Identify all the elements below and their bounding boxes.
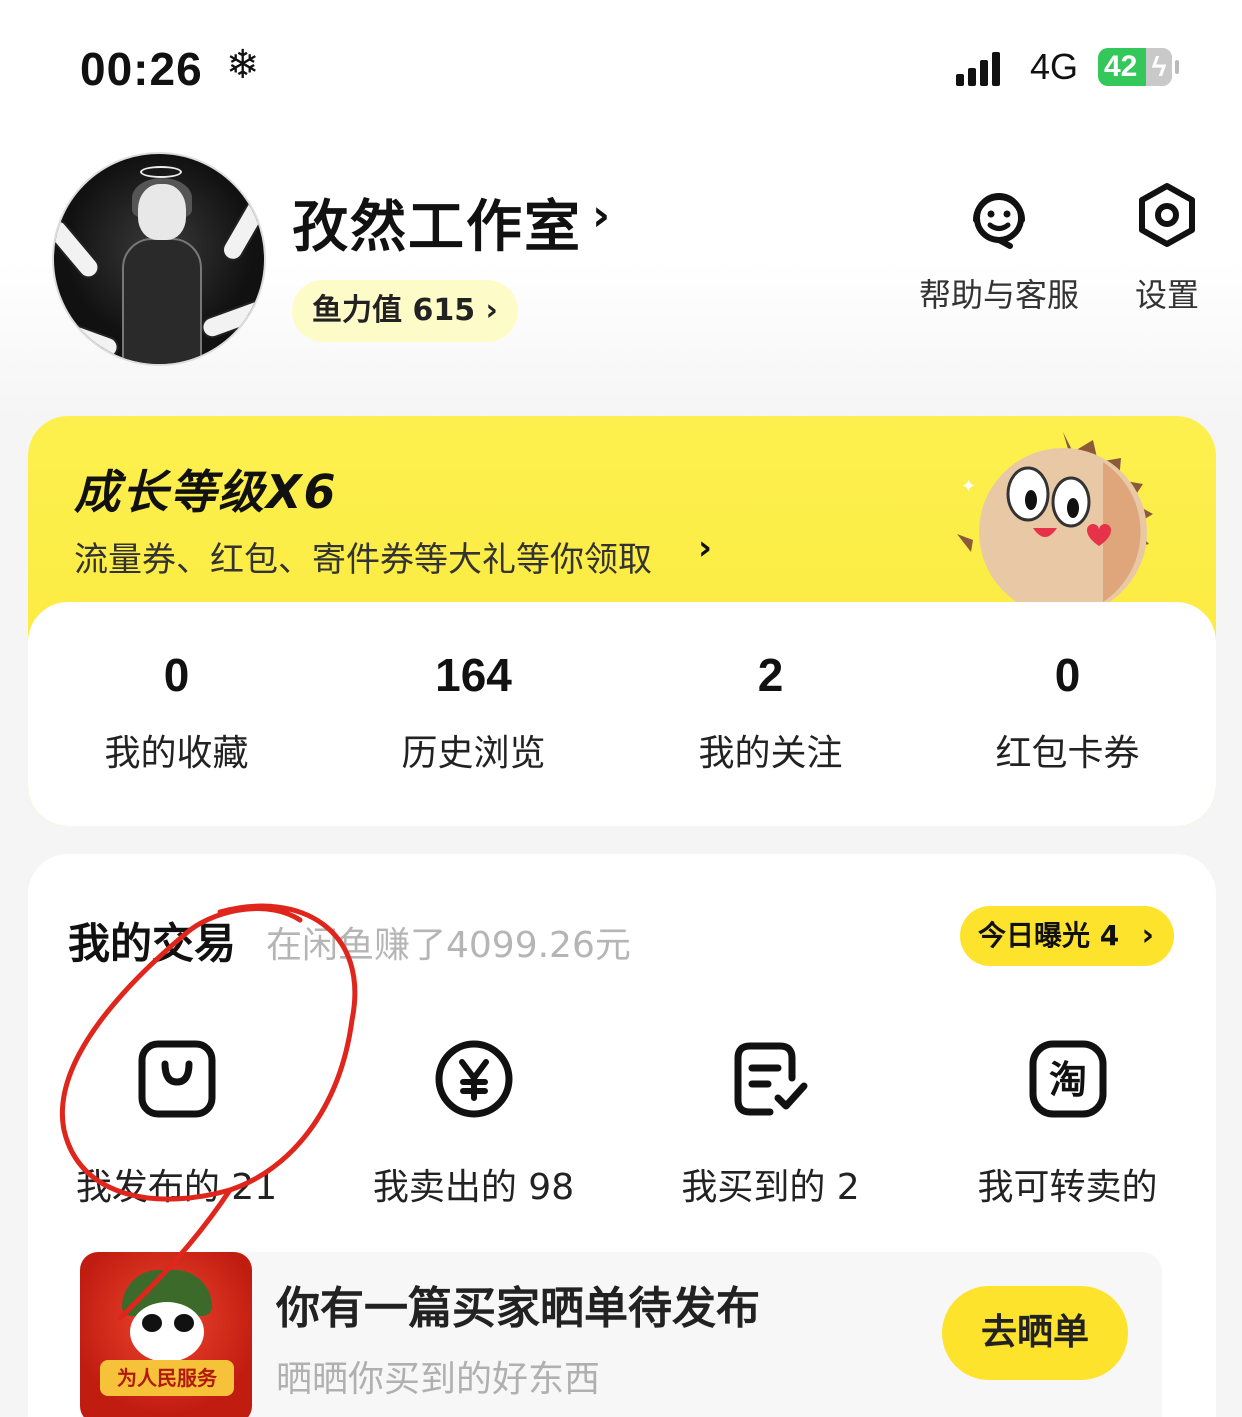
battery-level: 42	[1104, 50, 1138, 83]
my-published-button[interactable]: 我发布的 21	[28, 1038, 325, 1210]
review-prompt-subtitle: 晒晒你买到的好东西	[276, 1359, 601, 1400]
chevron-right-icon: ›	[475, 293, 498, 328]
fish-power-label: 鱼力值 615	[312, 293, 476, 328]
today-exposure-button[interactable]: 今日曝光 4 ›	[960, 906, 1174, 966]
bag-icon	[136, 1038, 218, 1120]
growth-level-title: 成长等级X6	[74, 465, 338, 519]
customer-service-icon	[964, 180, 1034, 250]
growth-level-card[interactable]: 成长等级X6 流量券、红包、寄件券等大礼等你领取 › ✦ 0 我的收藏 164 …	[28, 416, 1216, 826]
resellable-button[interactable]: 淘 我可转卖的	[919, 1038, 1216, 1210]
stat-label: 我的关注	[698, 733, 843, 774]
snowflake-icon: ❄	[226, 42, 260, 88]
taobao-icon: 淘	[1027, 1038, 1109, 1120]
charging-icon: ϟ	[1146, 48, 1172, 86]
review-prompt-title: 你有一篇买家晒单待发布	[276, 1283, 760, 1334]
earnings-text: 在闲鱼赚了4099.26元	[266, 925, 631, 966]
settings-hexagon-icon	[1132, 180, 1202, 250]
my-trades-card: 我的交易 在闲鱼赚了4099.26元 今日曝光 4 › 我发布的 21 我卖出的…	[28, 854, 1216, 1417]
svg-text:淘: 淘	[1048, 1058, 1086, 1102]
stat-label: 历史浏览	[401, 733, 546, 774]
my-bought-label: 我买到的 2	[681, 1167, 860, 1208]
chevron-right-icon: ›	[1141, 918, 1154, 953]
chevron-right-icon[interactable]: ›	[592, 190, 610, 241]
my-published-label: 我发布的 21	[75, 1167, 278, 1208]
panda-badge-image: 为人民服务	[80, 1252, 252, 1417]
stat-label: 红包卡券	[995, 733, 1140, 774]
settings-label: 设置	[1134, 276, 1199, 314]
fish-mascot-icon: ✦	[953, 422, 1173, 616]
order-check-icon	[730, 1038, 812, 1120]
today-exposure-label: 今日曝光 4	[978, 919, 1120, 952]
my-sold-label: 我卖出的 98	[372, 1167, 575, 1208]
growth-level-subtitle: 流量券、红包、寄件券等大礼等你领取	[74, 540, 652, 580]
yuan-circle-icon	[433, 1038, 515, 1120]
settings-button[interactable]: 设置	[1122, 180, 1212, 316]
stat-label: 我的收藏	[104, 733, 249, 774]
review-prompt-banner[interactable]: 为人民服务 你有一篇买家晒单待发布 晒晒你买到的好东西 去晒单	[80, 1252, 1162, 1417]
post-review-button[interactable]: 去晒单	[942, 1286, 1128, 1380]
help-service-label: 帮助与客服	[918, 276, 1079, 314]
network-type: 4G	[1030, 46, 1079, 87]
stat-favorites[interactable]: 0 我的收藏	[28, 648, 325, 776]
avatar[interactable]	[52, 152, 266, 366]
my-sold-button[interactable]: 我卖出的 98	[325, 1038, 622, 1210]
stat-following[interactable]: 2 我的关注	[622, 648, 919, 776]
resellable-label: 我可转卖的	[977, 1167, 1158, 1208]
my-bought-button[interactable]: 我买到的 2	[622, 1038, 919, 1210]
stat-value: 2	[757, 649, 784, 701]
stat-history[interactable]: 164 历史浏览	[325, 648, 622, 776]
status-time: 00:26	[80, 43, 203, 95]
stat-value: 0	[1054, 649, 1081, 701]
badge-ribbon: 为人民服务	[100, 1360, 234, 1396]
stat-value: 164	[435, 649, 512, 701]
signal-icon	[956, 52, 1000, 86]
stats-row: 0 我的收藏 164 历史浏览 2 我的关注 0 红包卡券	[28, 602, 1216, 826]
profile-name[interactable]: 孜然工作室	[292, 182, 582, 263]
help-service-button[interactable]: 帮助与客服	[916, 180, 1082, 316]
stat-coupons[interactable]: 0 红包卡券	[919, 648, 1216, 776]
chevron-right-icon: ›	[698, 528, 713, 568]
fish-power-badge[interactable]: 鱼力值 615 ›	[292, 280, 518, 342]
my-trades-title: 我的交易	[68, 919, 237, 968]
battery-icon: 42 ϟ	[1098, 48, 1179, 86]
status-bar: 00:26 ❄ 4G 42 ϟ	[0, 0, 1242, 130]
svg-text:✦: ✦	[961, 476, 976, 497]
stat-value: 0	[163, 649, 190, 701]
